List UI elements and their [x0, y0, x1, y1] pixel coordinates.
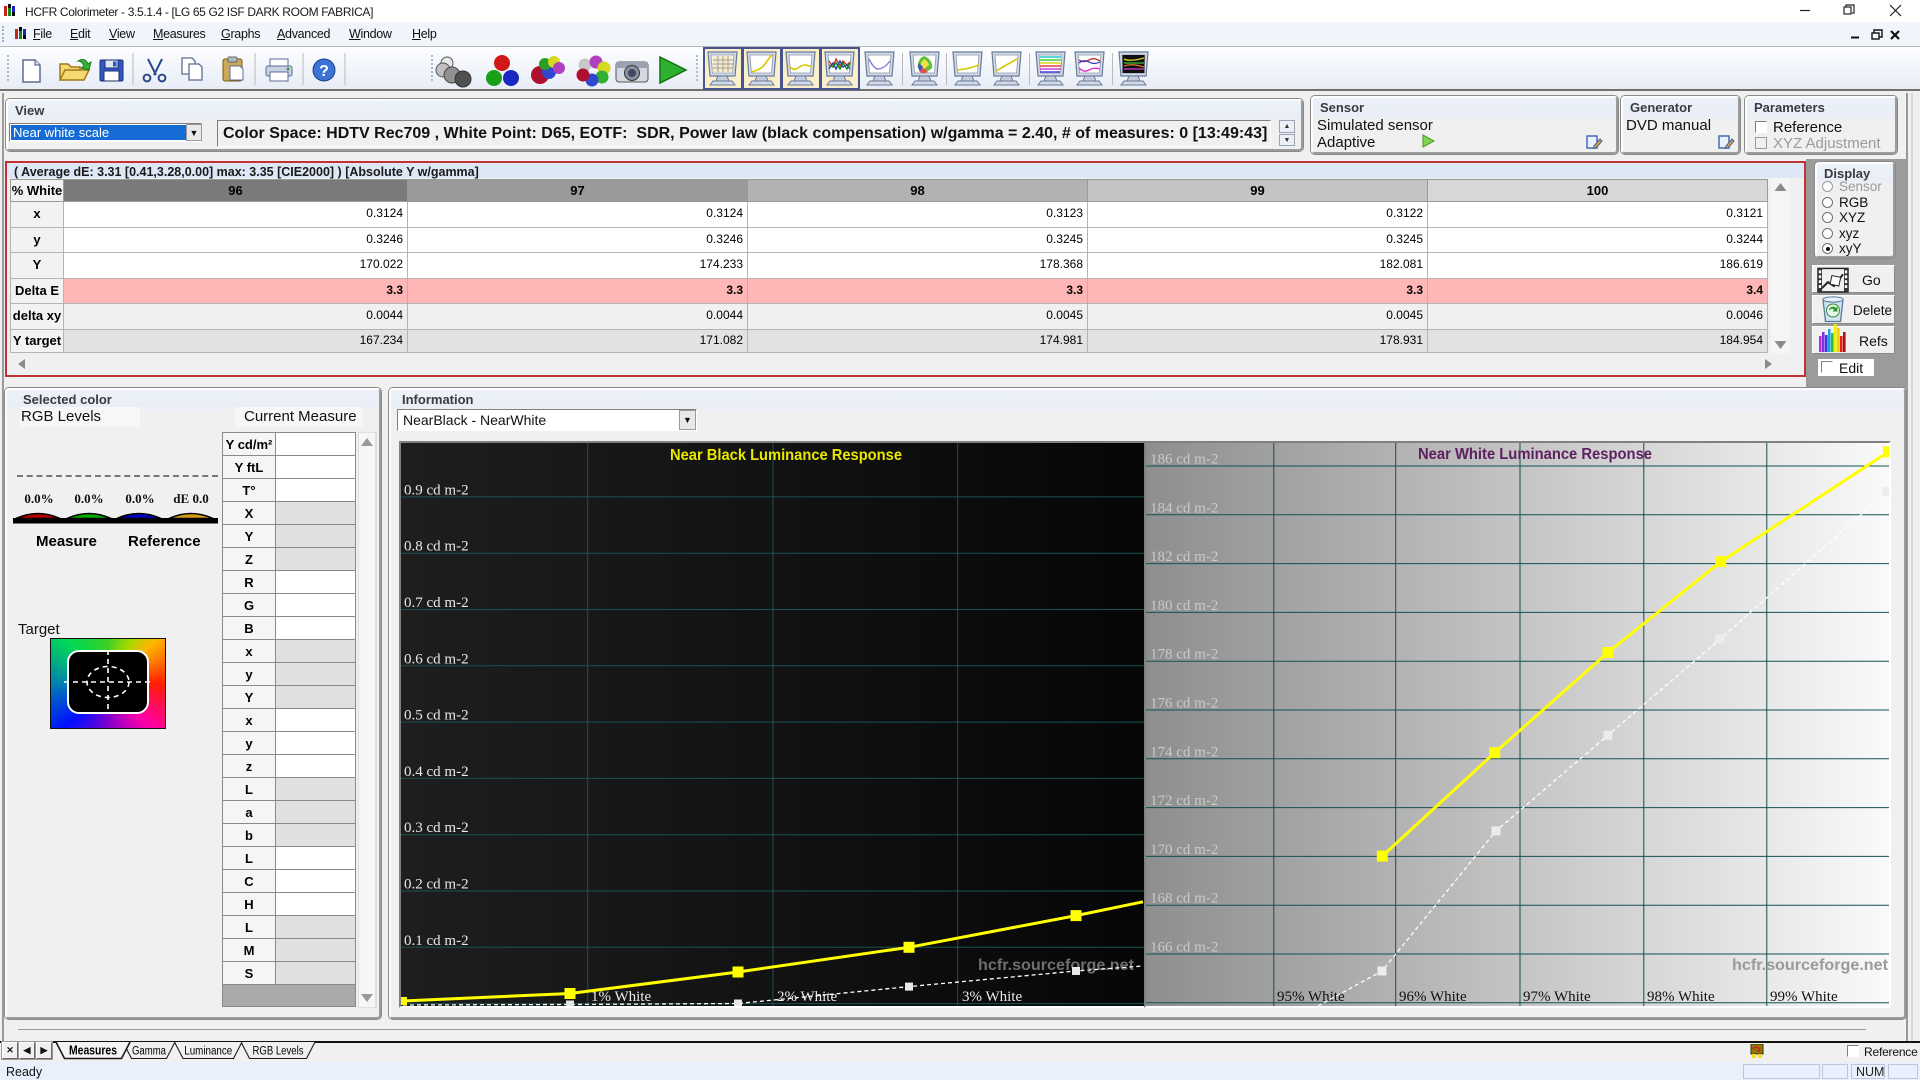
svg-text:184 cd m-2: 184 cd m-2 [1150, 500, 1218, 516]
svg-text:Luminance: Luminance [184, 1046, 232, 1058]
svg-text:97% White: 97% White [1523, 989, 1591, 1005]
svg-text:Measures: Measures [69, 1044, 117, 1058]
svg-text:hcfr.sourceforge.net: hcfr.sourceforge.net [1732, 957, 1889, 974]
svg-text:0.9 cd m-2: 0.9 cd m-2 [404, 482, 469, 498]
svg-text:186 cd m-2: 186 cd m-2 [1150, 452, 1218, 468]
svg-text:96% White: 96% White [1399, 989, 1467, 1005]
svg-text:170 cd m-2: 170 cd m-2 [1150, 842, 1218, 858]
svg-text:Near White Luminance Response: Near White Luminance Response [1418, 446, 1652, 463]
svg-text:3% White: 3% White [962, 989, 1022, 1005]
svg-text:0.1 cd m-2: 0.1 cd m-2 [404, 933, 469, 949]
svg-text:176 cd m-2: 176 cd m-2 [1150, 696, 1218, 712]
svg-text:174 cd m-2: 174 cd m-2 [1150, 744, 1218, 760]
svg-text:2% White: 2% White [777, 989, 837, 1005]
svg-text:95% White: 95% White [1277, 989, 1345, 1005]
svg-text:168 cd m-2: 168 cd m-2 [1150, 891, 1218, 907]
svg-text:1% White: 1% White [591, 989, 651, 1005]
svg-text:dE 0.0: dE 0.0 [173, 491, 208, 506]
svg-text:182 cd m-2: 182 cd m-2 [1150, 549, 1218, 565]
svg-text:0.0%: 0.0% [125, 491, 154, 506]
svg-text:178 cd m-2: 178 cd m-2 [1150, 647, 1218, 663]
svg-text:RGB Levels: RGB Levels [253, 1046, 304, 1058]
svg-text:99% White: 99% White [1770, 989, 1838, 1005]
svg-text:0.3 cd m-2: 0.3 cd m-2 [404, 820, 469, 836]
svg-text:0.6 cd m-2: 0.6 cd m-2 [404, 651, 469, 667]
svg-text:0.5 cd m-2: 0.5 cd m-2 [404, 708, 469, 724]
svg-text:0.4 cd m-2: 0.4 cd m-2 [404, 764, 469, 780]
svg-text:Near Black Luminance Response: Near Black Luminance Response [670, 447, 902, 464]
svg-text:172 cd m-2: 172 cd m-2 [1150, 793, 1218, 809]
svg-text:Gamma: Gamma [132, 1046, 166, 1058]
svg-text:180 cd m-2: 180 cd m-2 [1150, 598, 1218, 614]
svg-text:0.8 cd m-2: 0.8 cd m-2 [404, 539, 469, 555]
svg-text:?: ? [319, 63, 329, 80]
svg-text:166 cd m-2: 166 cd m-2 [1150, 940, 1218, 956]
svg-text:0.2 cd m-2: 0.2 cd m-2 [404, 877, 469, 893]
svg-text:0.7 cd m-2: 0.7 cd m-2 [404, 595, 469, 611]
svg-text:0.0%: 0.0% [24, 491, 53, 506]
svg-text:98% White: 98% White [1647, 989, 1715, 1005]
svg-text:0.0%: 0.0% [74, 491, 103, 506]
svg-text:hcfr.sourceforge.net: hcfr.sourceforge.net [978, 957, 1135, 974]
